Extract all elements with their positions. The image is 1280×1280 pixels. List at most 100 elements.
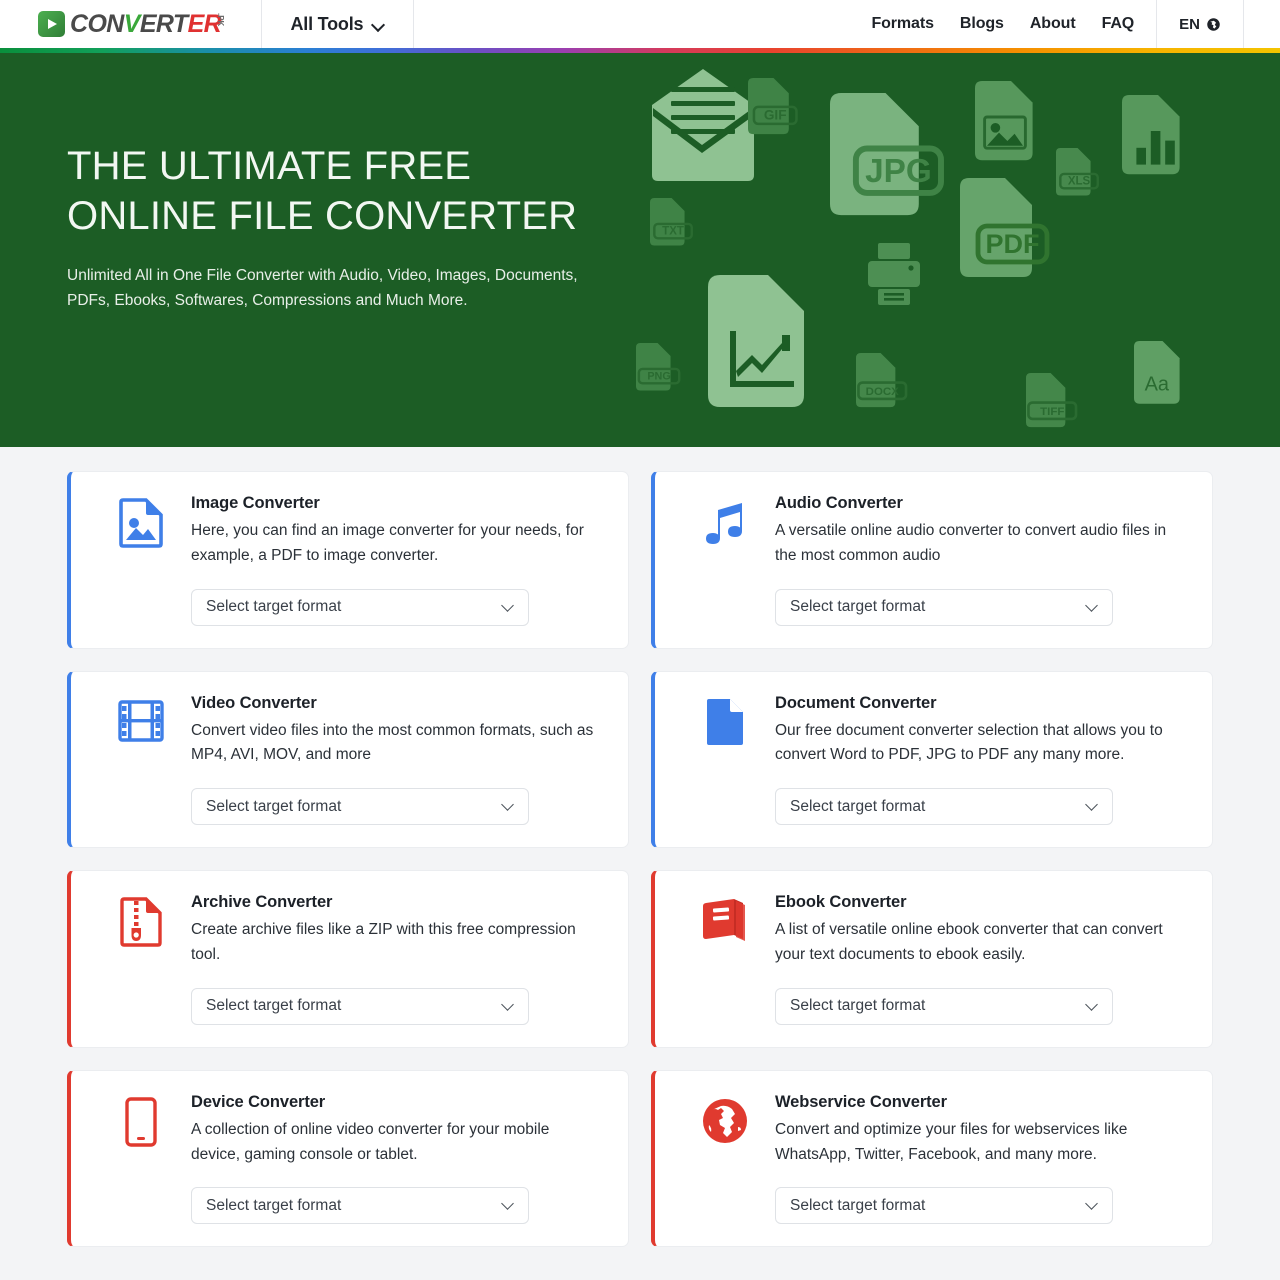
card-title: Ebook Converter [775, 893, 907, 912]
card-device-converter[interactable]: Device Converter A collection of online … [67, 1069, 629, 1248]
card-description: Here, you can find an image converter fo… [191, 522, 584, 564]
svg-text:TXT: TXT [662, 226, 684, 238]
converter-cards-section: Image Converter Here, you can find an im… [0, 447, 1280, 1269]
select-label: Select target format [206, 598, 342, 616]
all-tools-menu[interactable]: All Tools [262, 0, 415, 48]
nav-link-about[interactable]: About [1030, 15, 1076, 33]
card-content: Audio Converter A versatile online audio… [775, 494, 1190, 626]
globe-icon [675, 1093, 775, 1225]
svg-text:TIFF: TIFF [1040, 406, 1064, 418]
select-target-format-ebook[interactable]: Select target format [775, 987, 1113, 1025]
card-content: Document Converter Our free document con… [775, 694, 1190, 826]
chevron-down-icon [502, 1199, 515, 1212]
card-content: Image Converter Here, you can find an im… [191, 494, 606, 626]
logo-text-pk: .PK [216, 12, 226, 26]
select-label: Select target format [790, 997, 926, 1015]
hero-subtitle: Unlimited All in One File Converter with… [67, 266, 578, 309]
card-title: Document Converter [775, 693, 937, 712]
nav-link-formats[interactable]: Formats [871, 15, 934, 33]
card-title: Audio Converter [775, 494, 903, 512]
select-label: Select target format [790, 598, 926, 616]
hero-illustration: GIF JPG XLS TXT PDF PNG DOCX TIFF Aa [630, 53, 1280, 447]
hero-title-line-1: THE ULTIMATE FREE [67, 144, 472, 188]
select-label: Select target format [790, 797, 926, 815]
svg-text:JPG: JPG [865, 153, 932, 190]
card-content: Archive Converter Create archive files l… [191, 893, 606, 1025]
card-video-converter[interactable]: Video Converter Convert video files into… [67, 670, 629, 849]
card-document-converter[interactable]: Document Converter Our free document con… [651, 670, 1213, 849]
nav-link-faq[interactable]: FAQ [1102, 15, 1135, 33]
select-target-format-webservice[interactable]: Select target format [775, 1187, 1113, 1225]
document-page-icon [675, 694, 775, 826]
svg-text:PDF: PDF [986, 229, 1040, 259]
mobile-device-icon [91, 1093, 191, 1225]
chevron-down-icon [1086, 601, 1099, 614]
page-title: THE ULTIMATE FREE ONLINE FILE CONVERTER [67, 141, 627, 242]
card-description: A list of versatile online ebook convert… [775, 921, 1163, 963]
svg-text:XLS: XLS [1068, 176, 1091, 188]
card-archive-converter[interactable]: Archive Converter Create archive files l… [67, 870, 629, 1048]
chevron-down-icon [372, 19, 385, 32]
card-description: Convert video files into the most common… [191, 721, 594, 764]
chevron-down-icon [502, 800, 515, 813]
play-button-icon [38, 11, 65, 37]
printer-icon [868, 243, 920, 305]
main-navigation: Formats Blogs About FAQ [871, 0, 1156, 48]
card-title: Archive Converter [191, 893, 333, 912]
card-description: Create archive files like a ZIP with thi… [191, 921, 576, 963]
select-label: Select target format [206, 1196, 342, 1214]
select-label: Select target format [206, 997, 342, 1015]
card-title: Device Converter [191, 1092, 326, 1111]
svg-text:PNG: PNG [647, 371, 670, 383]
card-content: Video Converter Convert video files into… [191, 694, 606, 826]
chevron-down-icon [1086, 800, 1099, 813]
card-description: A versatile online audio converter to co… [775, 522, 1167, 564]
logo-text-ert: ERT [139, 9, 188, 38]
svg-text:GIF: GIF [764, 108, 787, 123]
select-target-format-document[interactable]: Select target format [775, 788, 1113, 826]
select-target-format-audio[interactable]: Select target format [775, 588, 1113, 626]
logo-container[interactable]: CON V ERT ER .PK [0, 0, 263, 48]
header-right-pad [1244, 0, 1280, 48]
image-file-icon [91, 494, 191, 626]
hero-title-line-2: ONLINE FILE CONVERTER [67, 194, 578, 239]
card-webservice-converter[interactable]: Webservice Converter Convert and optimiz… [651, 1069, 1213, 1248]
site-logo[interactable]: CON V ERT ER .PK [38, 11, 237, 37]
select-target-format-archive[interactable]: Select target format [191, 987, 529, 1025]
converter-cards-grid: Image Converter Here, you can find an im… [67, 471, 1213, 1269]
card-description: A collection of online video converter f… [191, 1120, 550, 1163]
language-label: EN [1179, 15, 1200, 33]
card-ebook-converter[interactable]: Ebook Converter A list of versatile onli… [651, 870, 1213, 1048]
card-title: Webservice Converter [775, 1092, 947, 1111]
card-title: Image Converter [191, 494, 320, 512]
site-header: CON V ERT ER .PK All Tools Formats Blogs Abo… [0, 0, 1280, 48]
select-target-format-image[interactable]: Select target format [191, 588, 529, 626]
hero-text-block: THE ULTIMATE FREE ONLINE FILE CONVERTER … [67, 141, 627, 313]
svg-text:DOCX: DOCX [866, 386, 899, 398]
chevron-down-icon [502, 601, 515, 614]
select-target-format-video[interactable]: Select target format [191, 788, 529, 826]
logo-text-con: CON [70, 9, 124, 38]
header-spacer [414, 0, 871, 48]
card-content: Ebook Converter A list of versatile onli… [775, 893, 1190, 1025]
language-selector[interactable]: EN [1156, 0, 1244, 48]
book-icon [675, 893, 775, 1025]
chevron-down-icon [502, 1000, 515, 1013]
chevron-down-icon [1086, 1199, 1099, 1212]
film-strip-icon [91, 694, 191, 826]
nav-link-blogs[interactable]: Blogs [960, 15, 1004, 33]
card-content: Webservice Converter Convert and optimiz… [775, 1093, 1190, 1225]
chevron-down-icon [1086, 1000, 1099, 1013]
card-description: Our free document converter selection th… [775, 721, 1163, 764]
logo-text-v: V [123, 9, 141, 38]
all-tools-label: All Tools [290, 13, 364, 34]
card-content: Device Converter A collection of online … [191, 1093, 606, 1225]
zip-archive-icon [91, 893, 191, 1025]
card-title: Video Converter [191, 693, 317, 712]
svg-text:Aa: Aa [1145, 373, 1170, 395]
card-image-converter[interactable]: Image Converter Here, you can find an im… [67, 471, 629, 649]
logo-wordmark: CON V ERT ER .PK [70, 9, 237, 38]
card-audio-converter[interactable]: Audio Converter A versatile online audio… [651, 471, 1213, 649]
music-note-icon [675, 494, 775, 626]
select-target-format-device[interactable]: Select target format [191, 1187, 529, 1225]
